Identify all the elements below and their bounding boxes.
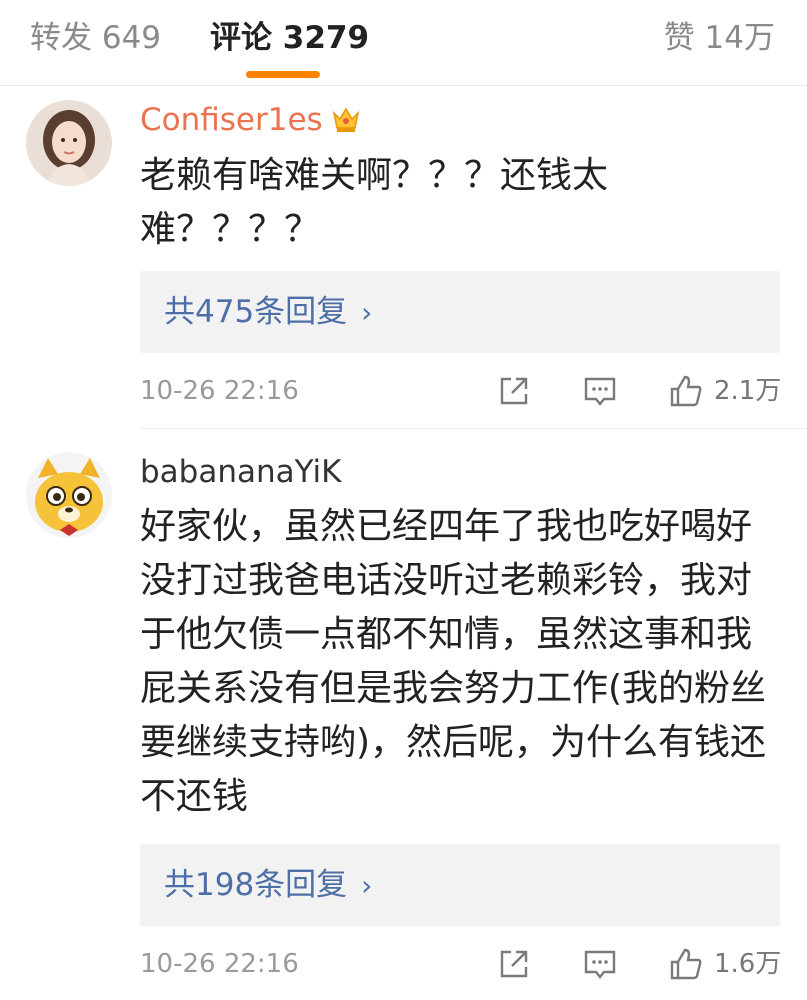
chevron-right-icon: › xyxy=(361,869,373,902)
comment-icon[interactable] xyxy=(582,946,618,982)
username[interactable]: babananaYiK xyxy=(140,452,341,492)
like-count: 1.6万 xyxy=(714,949,782,979)
replies-link[interactable]: 共198条回复 › xyxy=(140,844,780,926)
username-text: babananaYiK xyxy=(140,454,342,490)
timestamp: 10-26 22:16 xyxy=(140,949,299,979)
comment-text: 好家伙，虽然已经四年了我也吃好喝好没打过我爸电话没听过老赖彩铃，我对于他欠债一点… xyxy=(140,506,767,817)
replies-prefix: 共 xyxy=(164,867,195,903)
replies-suffix: 条回复 xyxy=(254,867,348,903)
avatar[interactable] xyxy=(26,452,112,538)
replies-count: 198 xyxy=(195,867,255,903)
share-icon[interactable] xyxy=(496,946,532,982)
comment-item: babananaYiK 好家伙，虽然已经四年了我也吃好喝好没打过我爸电话没听过老… xyxy=(0,0,807,1000)
like-icon[interactable] xyxy=(668,946,704,982)
comment-meta: 10-26 22:16 1.6万 xyxy=(0,944,807,984)
